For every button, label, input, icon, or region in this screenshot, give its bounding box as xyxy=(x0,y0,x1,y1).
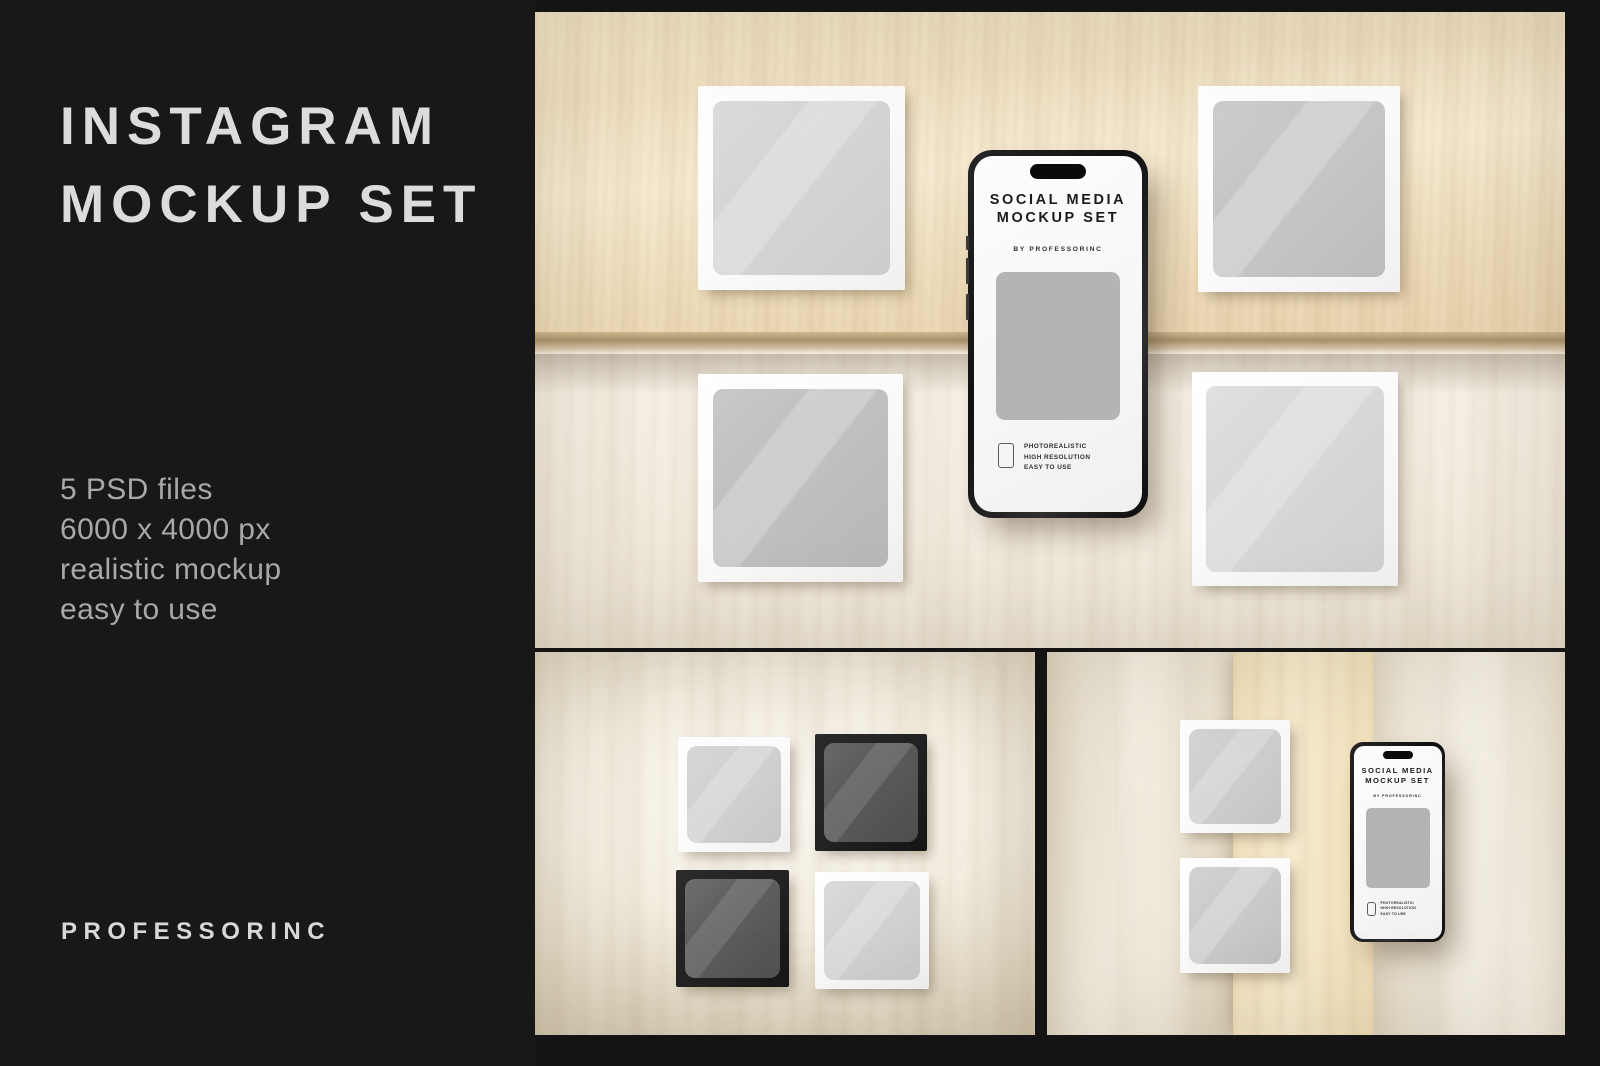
phone-byline: BY PROFESSORINC xyxy=(1013,246,1103,253)
glass-glare xyxy=(1213,101,1385,277)
phone-title-line-2: MOCKUP SET xyxy=(1365,775,1430,785)
phone-feature-list: PHOTOREALISTIC HIGH RESOLUTION EASY TO U… xyxy=(1381,901,1416,918)
frame-photo-area xyxy=(713,389,888,567)
frame-photo-area xyxy=(1189,867,1281,964)
phone-image-placeholder xyxy=(996,272,1120,420)
frame-photo-area xyxy=(1189,729,1281,824)
glass-glare xyxy=(824,743,918,842)
phone-image-placeholder xyxy=(1365,807,1430,888)
frame-bottom-right xyxy=(1192,372,1398,586)
frame-photo-area xyxy=(1206,386,1384,572)
phone-byline: BY PROFESSORINC xyxy=(1373,793,1422,798)
left-info-column: INSTAGRAM MOCKUP SET 5 PSD files 6000 x … xyxy=(0,0,535,1066)
frame-photo-area xyxy=(685,879,780,978)
phone-icon xyxy=(998,443,1014,468)
phone-device-secondary: SOCIAL MEDIA MOCKUP SET BY PROFESSORINC … xyxy=(1350,742,1445,942)
frame-top-right xyxy=(1198,86,1400,292)
frame-top-left xyxy=(698,86,905,290)
spec-list: 5 PSD files 6000 x 4000 px realistic moc… xyxy=(60,470,281,630)
glass-glare xyxy=(824,881,920,980)
action-button[interactable] xyxy=(966,294,969,320)
frame-stack-bottom xyxy=(1180,858,1290,973)
title-line-2: MOCKUP SET xyxy=(60,175,483,234)
feature-easy-to-use: EASY TO USE xyxy=(1380,911,1406,916)
phone-device-main: SOCIAL MEDIA MOCKUP SET BY PROFESSORINC … xyxy=(966,150,1148,518)
dynamic-island-icon xyxy=(1382,750,1413,759)
volume-up-button[interactable] xyxy=(966,236,969,250)
page-title: INSTAGRAM MOCKUP SET xyxy=(60,88,482,244)
feature-photorealistic: PHOTOREALISTIC xyxy=(1024,443,1087,450)
feature-high-resolution: HIGH RESOLUTION xyxy=(1024,453,1091,461)
phone-screen[interactable]: SOCIAL MEDIA MOCKUP SET BY PROFESSORINC … xyxy=(1353,745,1442,939)
frame-photo-area xyxy=(687,746,781,843)
frame-bottom-left xyxy=(698,374,903,582)
frame-photo-area xyxy=(713,101,890,275)
four-frame-grid-panel xyxy=(535,652,1035,1035)
phone-icon xyxy=(1366,901,1376,916)
glass-glare xyxy=(713,101,890,275)
brand-name: PROFESSORINC xyxy=(61,918,332,945)
main-hero-mockup-panel: SOCIAL MEDIA MOCKUP SET BY PROFESSORINC … xyxy=(535,12,1565,648)
poster-canvas: INSTAGRAM MOCKUP SET 5 PSD files 6000 x … xyxy=(0,0,1600,1066)
title-line-1: INSTAGRAM xyxy=(60,97,440,156)
glass-glare xyxy=(1189,729,1281,824)
glass-glare xyxy=(1189,867,1281,964)
feature-easy-to-use: EASY TO USE xyxy=(1024,464,1072,471)
spec-item-psd-files: 5 PSD files xyxy=(60,473,213,506)
phone-title-line-1: SOCIAL MEDIA xyxy=(1361,765,1434,775)
glass-glare xyxy=(685,879,780,978)
glass-glare xyxy=(1206,386,1384,572)
feature-high-resolution: HIGH RESOLUTION xyxy=(1380,906,1416,911)
frame-photo-area xyxy=(824,881,920,980)
frame-grid-top-left xyxy=(678,737,790,852)
dynamic-island-icon xyxy=(1030,164,1086,179)
spec-item-realistic: realistic mockup xyxy=(60,553,282,586)
frame-photo-area xyxy=(1213,101,1385,277)
frame-stack-top xyxy=(1180,720,1290,833)
wood-plank-left xyxy=(1047,652,1234,1035)
spec-item-easy-to-use: easy to use xyxy=(60,593,218,626)
frame-photo-area xyxy=(824,743,918,842)
glass-glare xyxy=(713,389,888,567)
stacked-frames-phone-panel: SOCIAL MEDIA MOCKUP SET BY PROFESSORINC … xyxy=(1047,652,1565,1035)
phone-screen[interactable]: SOCIAL MEDIA MOCKUP SET BY PROFESSORINC … xyxy=(974,156,1142,512)
volume-down-button[interactable] xyxy=(966,258,969,284)
phone-feature-list: PHOTOREALISTIC HIGH RESOLUTION EASY TO U… xyxy=(1024,442,1090,474)
glass-glare xyxy=(687,746,781,843)
spec-item-dimensions: 6000 x 4000 px xyxy=(60,513,271,546)
phone-title-line-2: MOCKUP SET xyxy=(996,210,1120,226)
frame-grid-bottom-right xyxy=(815,872,929,989)
frame-grid-top-right xyxy=(815,734,927,851)
phone-title-line-1: SOCIAL MEDIA xyxy=(989,192,1127,208)
frame-grid-bottom-left xyxy=(676,870,789,987)
